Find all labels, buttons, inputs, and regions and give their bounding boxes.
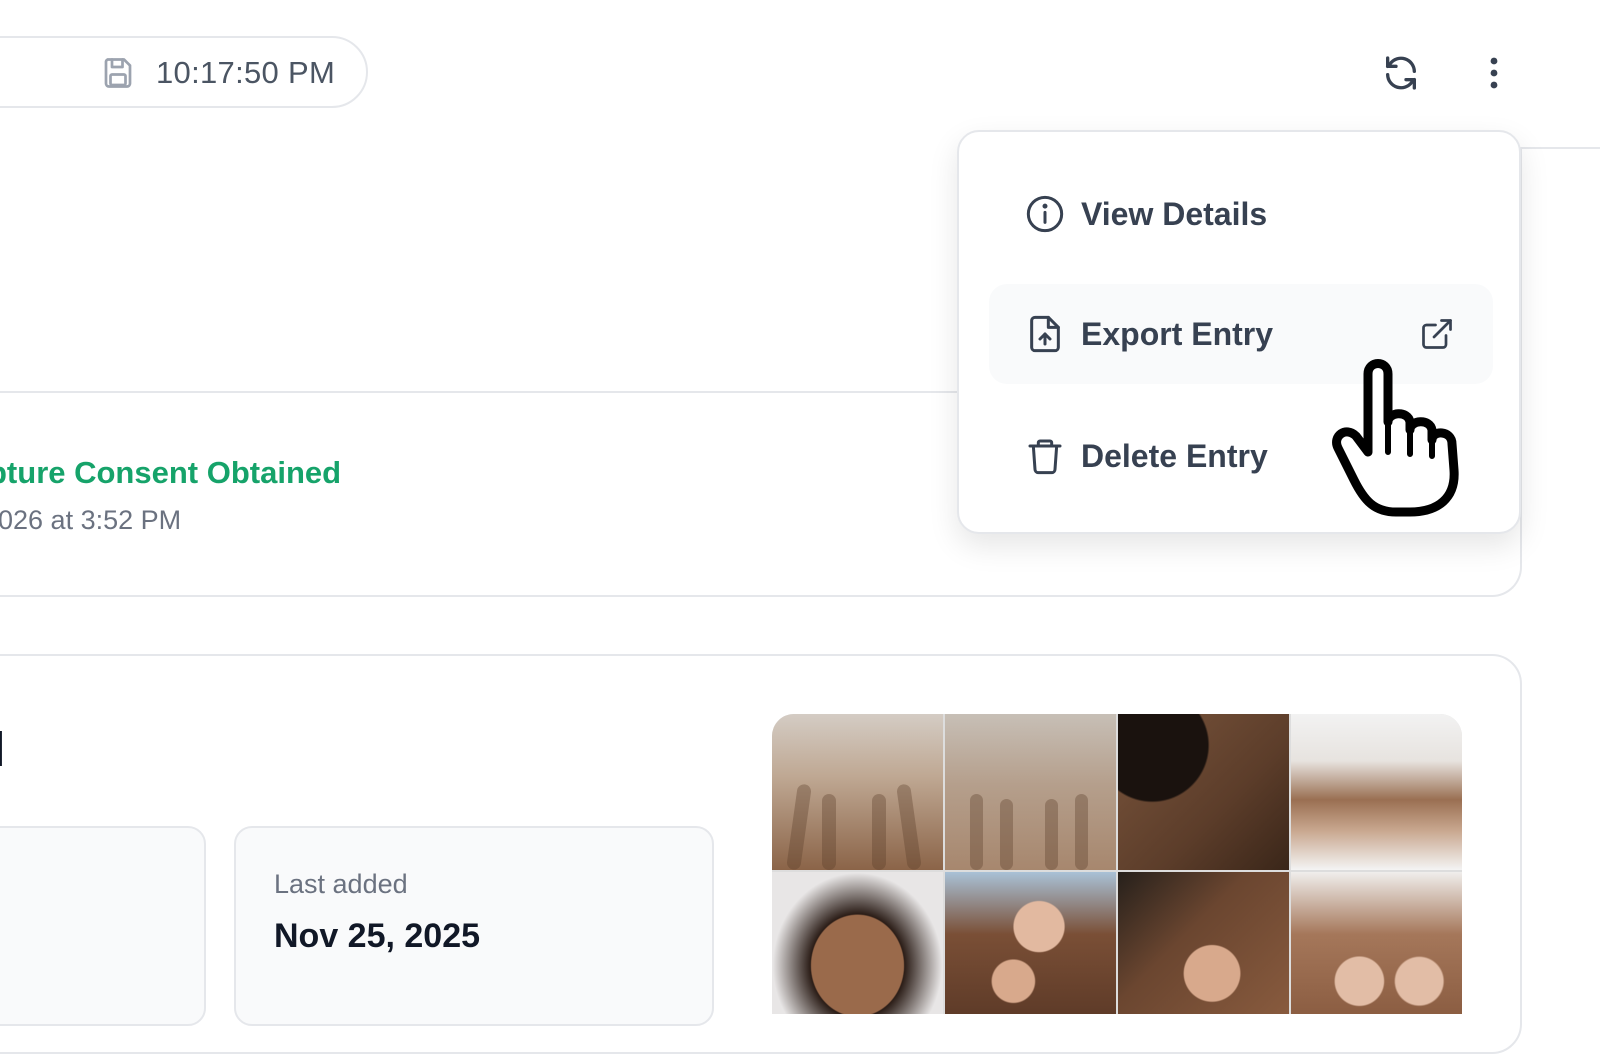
photo-thumbnail-grid[interactable]	[772, 714, 1462, 1014]
photo-thumbnail[interactable]	[1118, 714, 1289, 870]
more-options-button[interactable]	[1472, 50, 1516, 96]
photo-thumbnail[interactable]	[1118, 872, 1289, 1014]
consent-date: 026 at 3:52 PM	[0, 505, 182, 535]
last-added-label: Last added	[274, 869, 408, 899]
photo-thumbnail[interactable]	[1291, 872, 1462, 1014]
refresh-button[interactable]	[1378, 50, 1424, 96]
file-upload-icon	[1030, 315, 1060, 353]
last-saved-time: 10:17:50 PM	[156, 55, 336, 90]
menu-item-label: Export Entry	[1081, 316, 1274, 352]
photo-thumbnail[interactable]	[772, 714, 943, 870]
refresh-icon	[1386, 56, 1416, 90]
photo-thumbnail[interactable]	[1291, 714, 1462, 870]
photo-thumbnail[interactable]	[772, 872, 943, 1014]
menu-item-label: Delete Entry	[1081, 438, 1268, 474]
consent-status-title: pture Consent Obtained	[0, 455, 342, 490]
photos-heading: l	[0, 726, 5, 776]
floppy-disk-icon	[104, 58, 132, 88]
photo-thumbnail[interactable]	[945, 872, 1116, 1014]
more-vertical-icon	[1490, 57, 1498, 89]
info-circle-icon	[1026, 195, 1064, 233]
trash-icon	[1028, 439, 1062, 475]
hand-pointer-cursor-icon	[1332, 359, 1459, 517]
last-added-value: Nov 25, 2025	[274, 917, 481, 955]
external-link-icon	[1422, 319, 1452, 349]
menu-item-label: View Details	[1081, 196, 1268, 232]
photo-thumbnail[interactable]	[945, 714, 1116, 870]
stat-card-count	[0, 826, 206, 1026]
menu-item-view-details[interactable]: View Details	[989, 164, 1493, 264]
